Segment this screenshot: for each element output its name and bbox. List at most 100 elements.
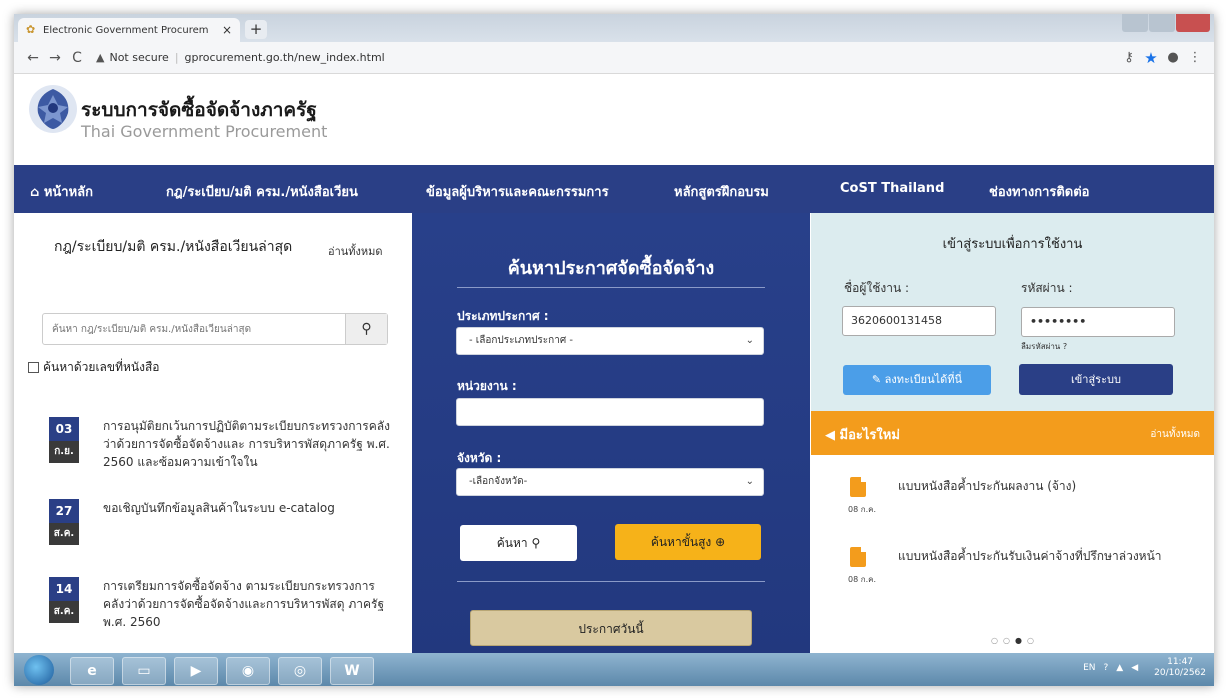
menu-dots-icon[interactable]: ⋮ [1184,50,1206,65]
province-select[interactable]: -เลือกจังหวัด- ⌄ [456,468,764,496]
language-indicator[interactable]: EN [1083,663,1095,673]
tab-close-icon[interactable]: × [222,23,232,37]
help-icon[interactable]: ? [1104,663,1109,673]
regulations-search-input[interactable] [43,314,343,344]
megaphone-icon: ◀ [825,428,835,443]
username-label: ชื่อผู้ใช้งาน : [844,281,910,295]
carousel-pagination[interactable]: ○○●○ [991,636,1039,645]
new-tab-button[interactable]: + [245,20,267,39]
url-omnibox[interactable]: ▲ Not secure | gprocurement.go.th/new_in… [96,46,1118,70]
media-player-icon[interactable]: ▶ [174,657,218,685]
divider [457,287,765,288]
checkbox-box[interactable] [28,362,39,373]
network-icon[interactable]: ▲ [1116,663,1123,673]
bookmark-star-icon[interactable]: ★ [1140,49,1162,67]
whats-new-date: 08 ก.ค. [848,505,877,514]
register-label: ลงทะเบียนได้ที่นี่ [884,373,963,386]
browser-address-bar: ← → C ▲ Not secure | gprocurement.go.th/… [14,42,1214,74]
site-header: ระบบการจัดซื้อจัดจ้างภาครัฐ Thai Governm… [14,75,1214,165]
clock-time: 11:47 [1167,657,1194,667]
folder-icon[interactable]: ▭ [122,657,166,685]
chrome-icon[interactable]: ◎ [278,657,322,685]
nav-training[interactable]: หลักสูตรฝึกอบรม [674,181,769,202]
reload-icon[interactable]: C [66,50,88,66]
news-month: ส.ค. [49,601,79,623]
nav-home[interactable]: ⌂ หน้าหลัก [30,181,93,202]
screenshot-frame: ✿ Electronic Government Procurem × + ← →… [14,14,1214,686]
line-app-icon[interactable]: ◉ [226,657,270,685]
word-icon[interactable]: W [330,657,374,685]
security-label: Not secure [109,51,169,64]
whats-new-header: ◀ มีอะไรใหม่ อ่านทั้งหมด [811,411,1214,455]
search-by-number-checkbox[interactable]: ค้นหาด้วยเลขที่หนังสือ [28,358,160,377]
window-close-button[interactable] [1176,14,1210,32]
key-icon[interactable]: ⚷ [1118,50,1140,65]
news-month: ก.ย. [49,441,79,463]
browser-tab[interactable]: ✿ Electronic Government Procurem × [18,18,240,42]
news-text[interactable]: ขอเชิญบันทึกข้อมูลสินค้าในระบบ e-catalog [103,499,393,517]
news-text[interactable]: การอนุมัติยกเว้นการปฏิบัติตามระเบียบกระท… [103,417,393,471]
forgot-password-link[interactable]: ลืมรหัสผ่าน ? [1021,340,1067,353]
password-input[interactable]: •••••••• [1021,307,1175,337]
divider [457,581,765,582]
checkbox-label: ค้นหาด้วยเลขที่หนังสือ [43,360,160,374]
password-label: รหัสผ่าน : [1021,281,1073,295]
search-icon[interactable]: ⚲ [345,314,387,344]
zoom-plus-icon: ⊕ [715,535,726,549]
clock[interactable]: 11:47 20/10/2562 [1146,657,1206,679]
news-text[interactable]: การเตรียมการจัดซื้อจัดจ้าง ตามระเบียบกระ… [103,577,393,631]
register-button[interactable]: ✎ ลงทะเบียนได้ที่นี่ [843,365,991,395]
today-announcement-button[interactable]: ประกาศวันนี้ [470,610,752,646]
news-day: 27 [49,499,79,523]
document-icon [850,547,866,567]
volume-icon[interactable]: ◀ [1131,663,1138,673]
province-value: -เลือกจังหวัด- [469,476,528,487]
agency-label: หน่วยงาน : [457,379,517,393]
search-panel-title: ค้นหาประกาศจัดซื้อจัดจ้าง [507,258,715,279]
windows-taskbar: e ▭ ▶ ◉ ◎ W EN ? ▲ ◀ 11:47 20/10/2562 [14,653,1214,686]
whats-new-read-all-link[interactable]: อ่านทั้งหมด [1150,427,1200,442]
login-button[interactable]: เข้าสู่ระบบ [1019,364,1173,395]
nav-contact[interactable]: ช่องทางการติดต่อ [989,181,1089,202]
warning-icon: ▲ [96,51,105,64]
document-icon [850,477,866,497]
advanced-search-button[interactable]: ค้นหาขั้นสูง ⊕ [615,524,761,560]
news-month: ส.ค. [49,523,79,545]
right-column: เข้าสู่ระบบเพื่อการใช้งาน ชื่อผู้ใช้งาน … [811,213,1214,665]
regulations-read-all-link[interactable]: อ่านทั้งหมด [328,242,383,260]
minimize-button[interactable] [1122,14,1148,32]
clock-date: 20/10/2562 [1154,668,1206,678]
chevron-down-icon: ⌄ [745,476,754,487]
nav-regulations[interactable]: กฎ/ระเบียบ/มติ ครม./หนังสือเวียน [166,181,358,202]
back-arrow-icon[interactable]: ← [22,50,44,66]
start-button[interactable] [24,655,54,685]
tab-title: Electronic Government Procurem [43,24,209,36]
url-separator: | [174,51,179,64]
whats-new-label: มีอะไรใหม่ [839,428,900,443]
agency-input[interactable] [456,398,764,426]
forward-arrow-icon[interactable]: → [44,50,66,66]
whats-new-text[interactable]: แบบหนังสือค้ำประกันผลงาน (จ้าง) [898,477,1178,495]
regulations-panel: กฎ/ระเบียบ/มติ ครม./หนังสือเวียนล่าสุด อ… [14,213,411,665]
nav-executives[interactable]: ข้อมูลผู้บริหารและคณะกรรมการ [426,181,609,202]
whats-new-text[interactable]: แบบหนังสือค้ำประกันรับเงินค่าจ้างที่ปรึก… [898,547,1178,565]
window-controls [1121,14,1210,36]
username-input[interactable]: 3620600131458 [842,306,996,336]
search-button-label: ค้นหา [496,536,528,550]
ie-icon[interactable]: e [70,657,114,685]
nav-cost-thailand[interactable]: CoST Thailand [840,181,944,196]
regulations-search-box: ⚲ [42,313,388,345]
advanced-search-label: ค้นหาขั้นสูง [650,535,712,549]
url-text: gprocurement.go.th/new_index.html [184,51,385,64]
search-icon: ⚲ [531,536,541,550]
search-button[interactable]: ค้นหา ⚲ [460,525,577,561]
announcement-type-select[interactable]: - เลือกประเภทประกาศ - ⌄ [456,327,764,355]
news-date: 14 ส.ค. [49,577,79,623]
maximize-button[interactable] [1149,14,1175,32]
nav-home-label: หน้าหลัก [43,185,94,200]
profile-icon[interactable]: ● [1162,50,1184,65]
site-subtitle: Thai Government Procurement [81,122,328,141]
whats-new-date: 08 ก.ค. [848,575,877,584]
login-title: เข้าสู่ระบบเพื่อการใช้งาน [942,237,1083,252]
main-navigation: ⌂ หน้าหลัก กฎ/ระเบียบ/มติ ครม./หนังสือเว… [14,165,1214,213]
